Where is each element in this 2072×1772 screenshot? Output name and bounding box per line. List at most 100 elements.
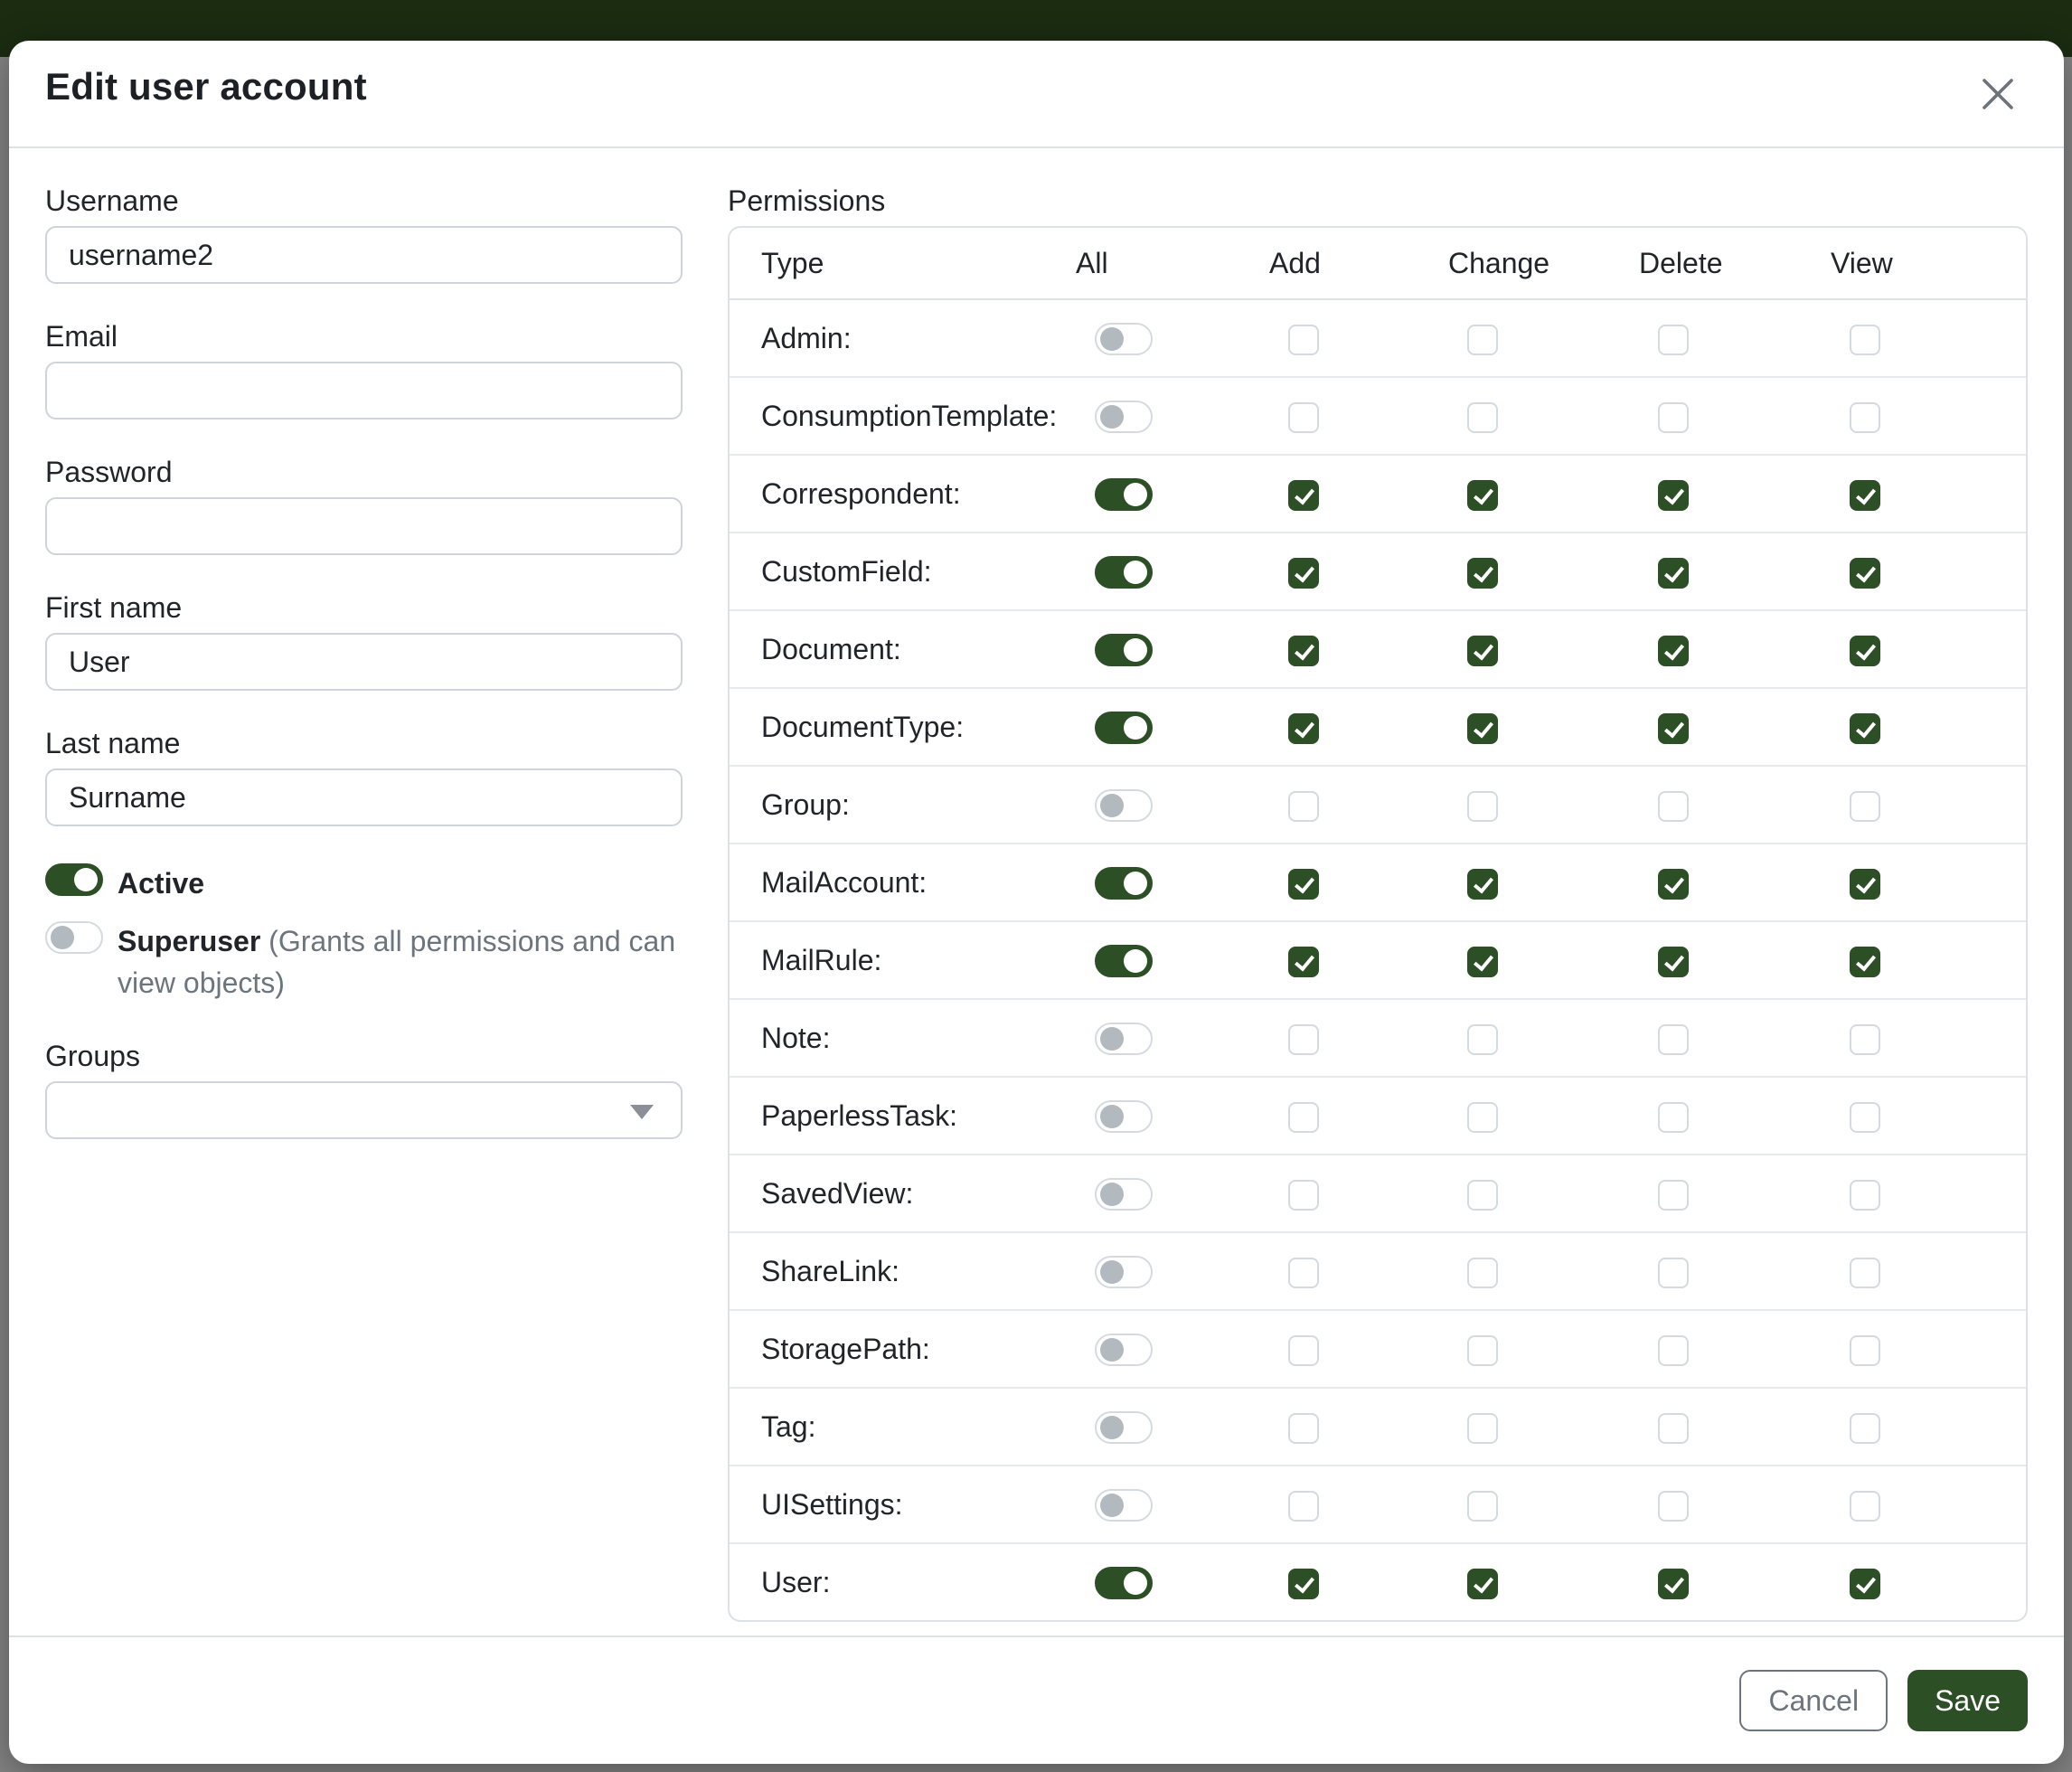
perm-correspondent-all-toggle[interactable]: [1095, 478, 1153, 511]
perm-admin-add-checkbox[interactable]: [1288, 325, 1319, 355]
perm-admin-view-checkbox[interactable]: [1850, 325, 1880, 355]
perm-group-change-checkbox[interactable]: [1467, 791, 1498, 822]
perm-documenttype-all-toggle[interactable]: [1095, 712, 1153, 744]
perm-user-view-checkbox[interactable]: [1850, 1569, 1880, 1599]
perm-tag-all-toggle[interactable]: [1095, 1411, 1153, 1444]
last-name-input[interactable]: [45, 768, 683, 826]
modal-header: Edit user account: [9, 41, 2064, 148]
perm-uisettings-change-checkbox[interactable]: [1467, 1491, 1498, 1522]
perm-paperlesstask-change-checkbox[interactable]: [1467, 1102, 1498, 1133]
perm-storagepath-delete-checkbox[interactable]: [1658, 1335, 1689, 1366]
perm-consumptiontemplate-change-checkbox[interactable]: [1467, 402, 1498, 433]
perm-documenttype-change-checkbox[interactable]: [1467, 713, 1498, 744]
perm-document-add-checkbox[interactable]: [1288, 636, 1319, 666]
perm-correspondent-delete-checkbox[interactable]: [1658, 480, 1689, 511]
perm-consumptiontemplate-delete-checkbox[interactable]: [1658, 402, 1689, 433]
perm-consumptiontemplate-view-checkbox[interactable]: [1850, 402, 1880, 433]
perm-savedview-all-toggle[interactable]: [1095, 1178, 1153, 1211]
perm-documenttype-add-checkbox[interactable]: [1288, 713, 1319, 744]
perm-group-delete-checkbox[interactable]: [1658, 791, 1689, 822]
perm-correspondent-add-checkbox[interactable]: [1288, 480, 1319, 511]
perm-storagepath-add-checkbox[interactable]: [1288, 1335, 1319, 1366]
perm-mailrule-change-checkbox[interactable]: [1467, 947, 1498, 977]
perm-tag-delete-checkbox[interactable]: [1658, 1413, 1689, 1444]
perm-paperlesstask-all-toggle[interactable]: [1095, 1100, 1153, 1133]
perm-tag-add-checkbox[interactable]: [1288, 1413, 1319, 1444]
groups-select[interactable]: [45, 1081, 683, 1139]
cancel-button[interactable]: Cancel: [1739, 1670, 1888, 1731]
perm-admin-all-toggle[interactable]: [1095, 323, 1153, 355]
perm-customfield-all-toggle[interactable]: [1095, 556, 1153, 589]
perm-note-delete-checkbox[interactable]: [1658, 1024, 1689, 1055]
perm-document-delete-checkbox[interactable]: [1658, 636, 1689, 666]
email-input[interactable]: [45, 362, 683, 419]
perm-consumptiontemplate-all-toggle[interactable]: [1095, 401, 1153, 433]
perm-user-delete-checkbox[interactable]: [1658, 1569, 1689, 1599]
perm-documenttype-delete-checkbox[interactable]: [1658, 713, 1689, 744]
perm-savedview-add-checkbox[interactable]: [1288, 1180, 1319, 1211]
perm-tag-view-checkbox[interactable]: [1850, 1413, 1880, 1444]
perm-storagepath-change-checkbox[interactable]: [1467, 1335, 1498, 1366]
perm-paperlesstask-view-checkbox[interactable]: [1850, 1102, 1880, 1133]
perm-sharelink-delete-checkbox[interactable]: [1658, 1258, 1689, 1288]
perm-mailaccount-delete-checkbox[interactable]: [1658, 869, 1689, 900]
perm-document-view-checkbox[interactable]: [1850, 636, 1880, 666]
perm-paperlesstask-add-checkbox[interactable]: [1288, 1102, 1319, 1133]
perm-uisettings-all-toggle[interactable]: [1095, 1489, 1153, 1522]
perm-mailrule-all-toggle[interactable]: [1095, 945, 1153, 977]
perm-savedview-change-checkbox[interactable]: [1467, 1180, 1498, 1211]
perm-group-all-toggle[interactable]: [1095, 789, 1153, 822]
permission-row-note: Note:: [730, 999, 2026, 1077]
perm-customfield-add-checkbox[interactable]: [1288, 558, 1319, 589]
perm-consumptiontemplate-add-checkbox[interactable]: [1288, 402, 1319, 433]
perm-paperlesstask-delete-checkbox[interactable]: [1658, 1102, 1689, 1133]
perm-storagepath-view-checkbox[interactable]: [1850, 1335, 1880, 1366]
perm-uisettings-delete-checkbox[interactable]: [1658, 1491, 1689, 1522]
perm-sharelink-change-checkbox[interactable]: [1467, 1258, 1498, 1288]
perm-group-add-checkbox[interactable]: [1288, 791, 1319, 822]
perm-mailrule-add-checkbox[interactable]: [1288, 947, 1319, 977]
perm-mailaccount-view-checkbox[interactable]: [1850, 869, 1880, 900]
perm-uisettings-add-checkbox[interactable]: [1288, 1491, 1319, 1522]
perm-note-view-checkbox[interactable]: [1850, 1024, 1880, 1055]
superuser-label: Superuser (Grants all permissions and ca…: [118, 920, 683, 1004]
perm-customfield-change-checkbox[interactable]: [1467, 558, 1498, 589]
perm-note-all-toggle[interactable]: [1095, 1023, 1153, 1055]
perm-documenttype-view-checkbox[interactable]: [1850, 713, 1880, 744]
perm-note-change-checkbox[interactable]: [1467, 1024, 1498, 1055]
perm-correspondent-change-checkbox[interactable]: [1467, 480, 1498, 511]
perm-savedview-view-checkbox[interactable]: [1850, 1180, 1880, 1211]
perm-storagepath-all-toggle[interactable]: [1095, 1334, 1153, 1366]
superuser-toggle[interactable]: [45, 921, 103, 954]
perm-user-all-toggle[interactable]: [1095, 1567, 1153, 1599]
perm-admin-delete-checkbox[interactable]: [1658, 325, 1689, 355]
perm-mailaccount-add-checkbox[interactable]: [1288, 869, 1319, 900]
perm-uisettings-view-checkbox[interactable]: [1850, 1491, 1880, 1522]
perm-user-add-checkbox[interactable]: [1288, 1569, 1319, 1599]
perm-mailrule-view-checkbox[interactable]: [1850, 947, 1880, 977]
perm-document-change-checkbox[interactable]: [1467, 636, 1498, 666]
perm-tag-change-checkbox[interactable]: [1467, 1413, 1498, 1444]
perm-user-change-checkbox[interactable]: [1467, 1569, 1498, 1599]
perm-sharelink-all-toggle[interactable]: [1095, 1256, 1153, 1288]
perm-group-view-checkbox[interactable]: [1850, 791, 1880, 822]
perm-sharelink-add-checkbox[interactable]: [1288, 1258, 1319, 1288]
perm-correspondent-view-checkbox[interactable]: [1850, 480, 1880, 511]
perm-mailaccount-change-checkbox[interactable]: [1467, 869, 1498, 900]
perm-mailrule-delete-checkbox[interactable]: [1658, 947, 1689, 977]
perm-customfield-view-checkbox[interactable]: [1850, 558, 1880, 589]
username-input[interactable]: [45, 226, 683, 284]
perm-customfield-delete-checkbox[interactable]: [1658, 558, 1689, 589]
perm-document-all-toggle[interactable]: [1095, 634, 1153, 666]
active-toggle[interactable]: [45, 863, 103, 896]
perm-note-add-checkbox[interactable]: [1288, 1024, 1319, 1055]
first-name-input[interactable]: [45, 633, 683, 691]
perm-sharelink-view-checkbox[interactable]: [1850, 1258, 1880, 1288]
perm-admin-change-checkbox[interactable]: [1467, 325, 1498, 355]
password-input[interactable]: [45, 497, 683, 555]
permission-row-admin: Admin:: [730, 299, 2026, 377]
save-button[interactable]: Save: [1907, 1670, 2028, 1731]
perm-savedview-delete-checkbox[interactable]: [1658, 1180, 1689, 1211]
perm-mailaccount-all-toggle[interactable]: [1095, 867, 1153, 900]
close-button[interactable]: [1972, 68, 2024, 123]
